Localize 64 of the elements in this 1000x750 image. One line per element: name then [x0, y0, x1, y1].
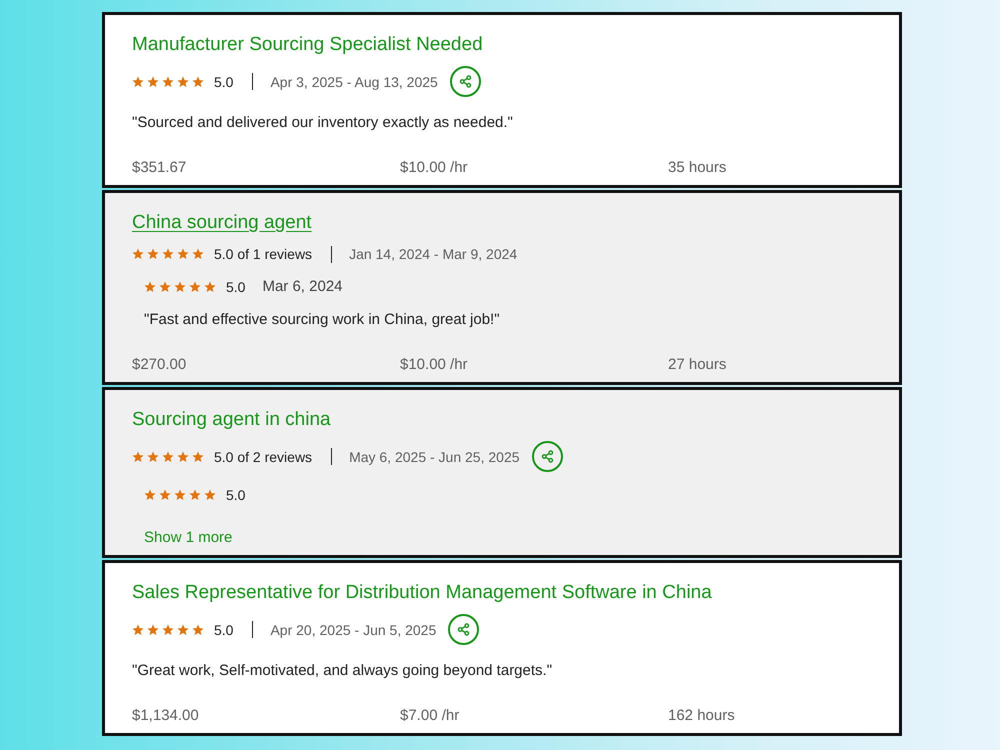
rating-text: 5.0: [226, 486, 246, 505]
star-icon: [132, 450, 144, 462]
share-icon: [458, 75, 472, 88]
review-quote: "Great work, Self-motivated, and always going beyond targets.": [132, 661, 554, 681]
rating-text: 5.0 of 2 reviews: [214, 448, 312, 466]
date-range: May 6, 2025 - Jun 25, 2025: [349, 448, 520, 466]
stat-text: $7.00 /hr: [400, 706, 460, 726]
rating-text: 5.0: [214, 72, 234, 92]
stat-text: 35 hours: [668, 158, 728, 178]
share-icon: [457, 623, 470, 636]
share-icon: [540, 450, 554, 463]
star-icon: [204, 489, 216, 501]
star-icon: [177, 248, 189, 260]
stat-text: $10.00 /hr: [400, 355, 469, 375]
star-icon: [174, 489, 186, 501]
rating-text: 5.0: [214, 620, 234, 640]
star-icon: [189, 281, 201, 293]
star-icon: [192, 248, 204, 260]
star-icon: [177, 450, 189, 462]
show-more-link[interactable]: Show 1 more: [144, 528, 232, 548]
star-icon: [162, 248, 174, 260]
review-quote: "Fast and effective sourcing work in China, great job!": [144, 310, 501, 330]
review-quote: "Sourced and delivered our inventory exactly as needed.": [132, 113, 514, 133]
star-icon: [132, 624, 144, 636]
star-icon: [177, 624, 189, 636]
share-button[interactable]: [450, 66, 481, 97]
rating-text: 5.0: [226, 278, 246, 297]
share-button[interactable]: [532, 441, 563, 472]
stat-text: $351.67: [132, 158, 188, 178]
date-range: Apr 20, 2025 - Jun 5, 2025: [270, 620, 436, 640]
star-icon: [144, 281, 156, 293]
date-range: Jan 14, 2024 - Mar 9, 2024: [349, 245, 518, 264]
star-icon: [159, 489, 171, 501]
stat-text: $10.00 /hr: [400, 158, 469, 178]
star-icon: [147, 624, 159, 636]
rating-text: 5.0 of 1 reviews: [214, 245, 312, 264]
star-icon: [177, 76, 189, 88]
star-icon: [174, 281, 186, 293]
stat-text: $1,134.00: [132, 706, 200, 726]
stat-text: 27 hours: [668, 355, 728, 375]
star-icon: [147, 450, 159, 462]
stat-text: 162 hours: [668, 706, 736, 726]
star-icon: [204, 281, 216, 293]
star-icon: [132, 76, 144, 88]
job-title-link[interactable]: Sales Representative for Distribution Management Software in China: [132, 581, 712, 605]
share-button[interactable]: [448, 614, 480, 645]
job-title-link[interactable]: Sourcing agent in china: [132, 408, 331, 432]
date-range: Apr 3, 2025 - Aug 13, 2025: [270, 72, 438, 92]
stat-text: $270.00: [132, 355, 188, 375]
star-icon: [162, 450, 174, 462]
job-title-link[interactable]: China sourcing agent: [132, 211, 312, 235]
star-icon: [192, 624, 204, 636]
star-icon: [147, 76, 159, 88]
star-icon: [159, 281, 171, 293]
job-title-link[interactable]: Manufacturer Sourcing Specialist Needed: [132, 33, 483, 57]
star-icon: [144, 489, 156, 501]
star-icon: [132, 248, 144, 260]
star-icon: [162, 76, 174, 88]
star-icon: [147, 248, 159, 260]
star-icon: [192, 76, 204, 88]
star-icon: [189, 489, 201, 501]
star-icon: [192, 450, 204, 462]
review-date: Mar 6, 2024: [262, 277, 343, 297]
star-icon: [162, 624, 174, 636]
